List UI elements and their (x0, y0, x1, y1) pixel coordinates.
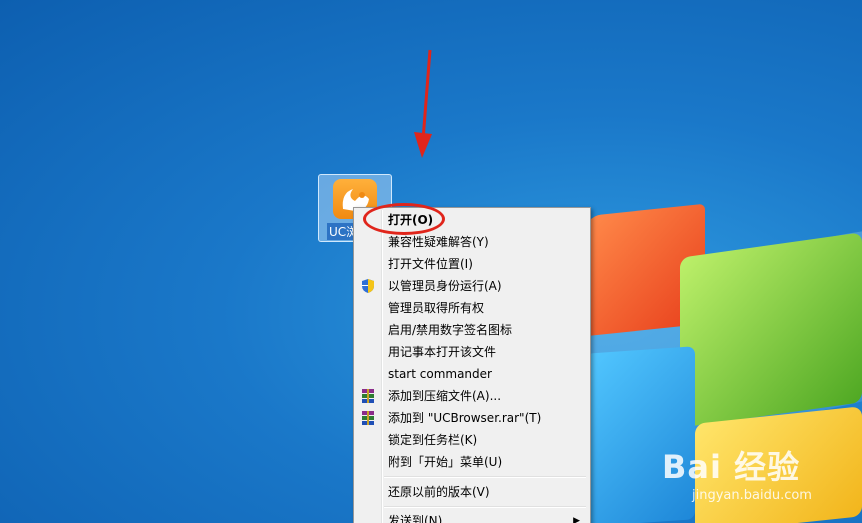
menu-item-label: start commander (388, 367, 492, 381)
watermark-url: jingyan.baidu.com (692, 488, 812, 503)
menu-item-label: 附到「开始」菜单(U) (388, 455, 503, 469)
menu-item-run-as-admin[interactable]: 以管理员身份运行(A) (356, 275, 588, 297)
menu-item-label: 管理员取得所有权 (388, 301, 485, 315)
menu-item-label: 还原以前的版本(V) (388, 485, 490, 499)
menu-item-label: 发送到(N) (388, 514, 443, 523)
annotation-highlight-oval (363, 203, 445, 235)
menu-separator (384, 476, 586, 478)
menu-item-take-ownership[interactable]: 管理员取得所有权 (356, 297, 588, 319)
menu-item-label: 锁定到任务栏(K) (388, 433, 478, 447)
desktop: UC浏 打开(O) 兼容性疑难解答(Y) 打开文件位置(I) 以管理员身份运行(… (0, 0, 862, 523)
menu-item-pin-to-taskbar[interactable]: 锁定到任务栏(K) (356, 429, 588, 451)
uac-shield-icon (362, 279, 374, 293)
menu-item-add-to-ucbrowser-rar[interactable]: 添加到 "UCBrowser.rar"(T) (356, 407, 588, 429)
watermark-logo: Bai 经验 (662, 448, 801, 486)
menu-item-open-file-location[interactable]: 打开文件位置(I) (356, 253, 588, 275)
baidu-jingyan-watermark: Bai 经验 jingyan.baidu.com (662, 442, 812, 503)
menu-item-pin-to-start[interactable]: 附到「开始」菜单(U) (356, 451, 588, 473)
menu-separator (384, 506, 586, 508)
menu-item-label: 以管理员身份运行(A) (388, 279, 502, 293)
menu-item-label: 启用/禁用数字签名图标 (388, 323, 513, 337)
winrar-icon (362, 411, 374, 425)
logo-pane-green (680, 232, 862, 428)
menu-item-send-to[interactable]: 发送到(N) ▶ (356, 510, 588, 523)
context-menu: 打开(O) 兼容性疑难解答(Y) 打开文件位置(I) 以管理员身份运行(A) 管… (353, 207, 591, 523)
menu-item-toggle-signature-icon[interactable]: 启用/禁用数字签名图标 (356, 319, 588, 341)
menu-item-label: 添加到 "UCBrowser.rar"(T) (388, 411, 542, 425)
winrar-icon (362, 389, 374, 403)
menu-item-restore-previous-versions[interactable]: 还原以前的版本(V) (356, 481, 588, 503)
menu-item-label: 打开文件位置(I) (388, 257, 473, 271)
menu-item-label: 用记事本打开该文件 (388, 345, 497, 359)
menu-item-compat-troubleshoot[interactable]: 兼容性疑难解答(Y) (356, 231, 588, 253)
menu-item-start-commander[interactable]: start commander (356, 363, 588, 385)
submenu-arrow-icon: ▶ (573, 516, 580, 523)
annotation-arrow-icon (414, 49, 432, 158)
menu-item-add-to-archive[interactable]: 添加到压缩文件(A)... (356, 385, 588, 407)
menu-item-open-with-notepad[interactable]: 用记事本打开该文件 (356, 341, 588, 363)
menu-item-label: 添加到压缩文件(A)... (388, 389, 502, 403)
